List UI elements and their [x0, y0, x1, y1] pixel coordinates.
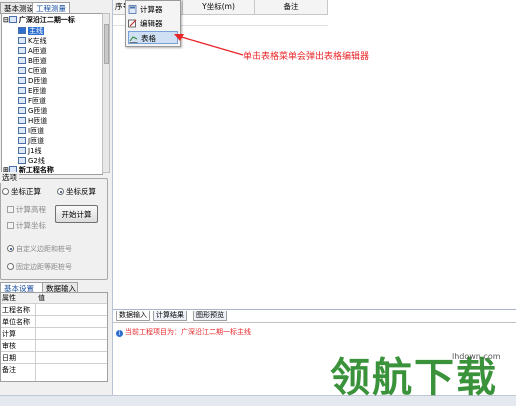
route-icon [18, 97, 26, 104]
checkbox-coords[interactable]: 计算坐标 [7, 220, 46, 231]
radio-icon [7, 263, 14, 270]
splitter[interactable] [113, 309, 516, 310]
menu-item-calculator[interactable]: 计算器 [128, 3, 178, 16]
property-grid[interactable]: 属性值 工程名称 单位名称 计算 审核 日期 备注 [0, 292, 108, 382]
calculator-icon [128, 5, 137, 14]
annotation-arrow-icon [174, 34, 244, 56]
tree-item[interactable]: 主线 [18, 26, 44, 36]
start-calc-button[interactable]: 开始计算 [55, 205, 98, 223]
route-icon [18, 117, 26, 124]
prop-row[interactable]: 备注 [1, 365, 107, 375]
route-icon [18, 37, 26, 44]
tree-item[interactable]: G匝道 [18, 106, 47, 116]
message-line: i 当前工程项目为：广深沿江二期一标主线 [116, 327, 251, 337]
prop-row[interactable]: 计算 [1, 329, 107, 340]
checkbox-icon [7, 206, 14, 213]
tree-item[interactable]: J1线 [18, 146, 42, 156]
table-icon [129, 36, 138, 43]
prop-row[interactable]: 日期 [1, 353, 107, 364]
tab-data-input-bottom[interactable]: 数据输入 [116, 311, 150, 321]
route-icon [18, 77, 26, 84]
radio-icon [57, 188, 64, 195]
route-icon [18, 127, 26, 134]
prop-header: 属性值 [1, 293, 107, 304]
route-icon [18, 57, 26, 64]
watermark-url: lhdown.com [452, 352, 501, 361]
prop-row[interactable]: 审核 [1, 341, 107, 352]
project-tree[interactable]: ⊟ 广深沿江二期一标 主线 K左线 A匝道 B匝道 C匝道 D匝道 E匝道 F匝道… [1, 13, 103, 175]
tree-item[interactable]: B匝道 [18, 56, 47, 66]
route-icon [18, 147, 26, 154]
menu-item-editor[interactable]: 编辑器 [128, 17, 178, 30]
col-remark[interactable]: 备注 [255, 0, 328, 14]
route-icon [18, 87, 26, 94]
tree-item[interactable]: K左线 [18, 36, 47, 46]
checkbox-elevation[interactable]: 计算高程 [7, 204, 46, 215]
route-icon [18, 67, 26, 74]
scrollbar-thumb[interactable] [104, 24, 109, 64]
tab-graphic-preview[interactable]: 图形预览 [193, 311, 227, 321]
options-group-label: 选项 [0, 172, 19, 183]
radio-icon [7, 245, 14, 252]
col-y[interactable]: Y坐标(m) [183, 0, 255, 14]
annotation-text: 单击表格菜单会弹出表格编辑器 [243, 52, 370, 62]
radio-forward[interactable]: 坐标正算 [2, 186, 41, 197]
info-icon: i [116, 330, 123, 337]
tree-root[interactable]: ⊟ 广深沿江二期一标 [3, 15, 75, 25]
radio-custom[interactable]: 自定义边距和桩号 [7, 244, 72, 254]
checkbox-icon [7, 222, 14, 229]
tree-item[interactable]: F匝道 [18, 96, 46, 106]
tree-scrollbar[interactable] [102, 13, 110, 173]
radio-fixed[interactable]: 固定边距等距桩号 [7, 262, 72, 272]
tree-item[interactable]: I匝道 [18, 126, 44, 136]
radio-inverse[interactable]: 坐标反算 [57, 186, 96, 197]
tree-item[interactable]: E匝道 [18, 86, 46, 96]
route-icon [18, 27, 26, 34]
bottom-tabbar: 数据输入 计算结果 图形预览 [113, 311, 403, 321]
folder-icon [8, 16, 17, 23]
tree-item[interactable]: C匝道 [18, 66, 47, 76]
tree-item[interactable]: D匝道 [18, 76, 47, 86]
route-icon [18, 157, 26, 164]
tree-item[interactable]: H匝道 [18, 116, 47, 126]
tab-calc-results[interactable]: 计算结果 [153, 311, 187, 321]
prop-row[interactable]: 单位名称 [1, 317, 107, 328]
tree-item[interactable]: A匝道 [18, 46, 47, 56]
route-icon [18, 107, 26, 114]
route-icon [18, 137, 26, 144]
route-icon [18, 47, 26, 54]
radio-icon [2, 188, 9, 195]
editor-icon [128, 19, 137, 28]
prop-row[interactable]: 工程名称 [1, 305, 107, 316]
tree-item[interactable]: J匝道 [18, 136, 44, 146]
